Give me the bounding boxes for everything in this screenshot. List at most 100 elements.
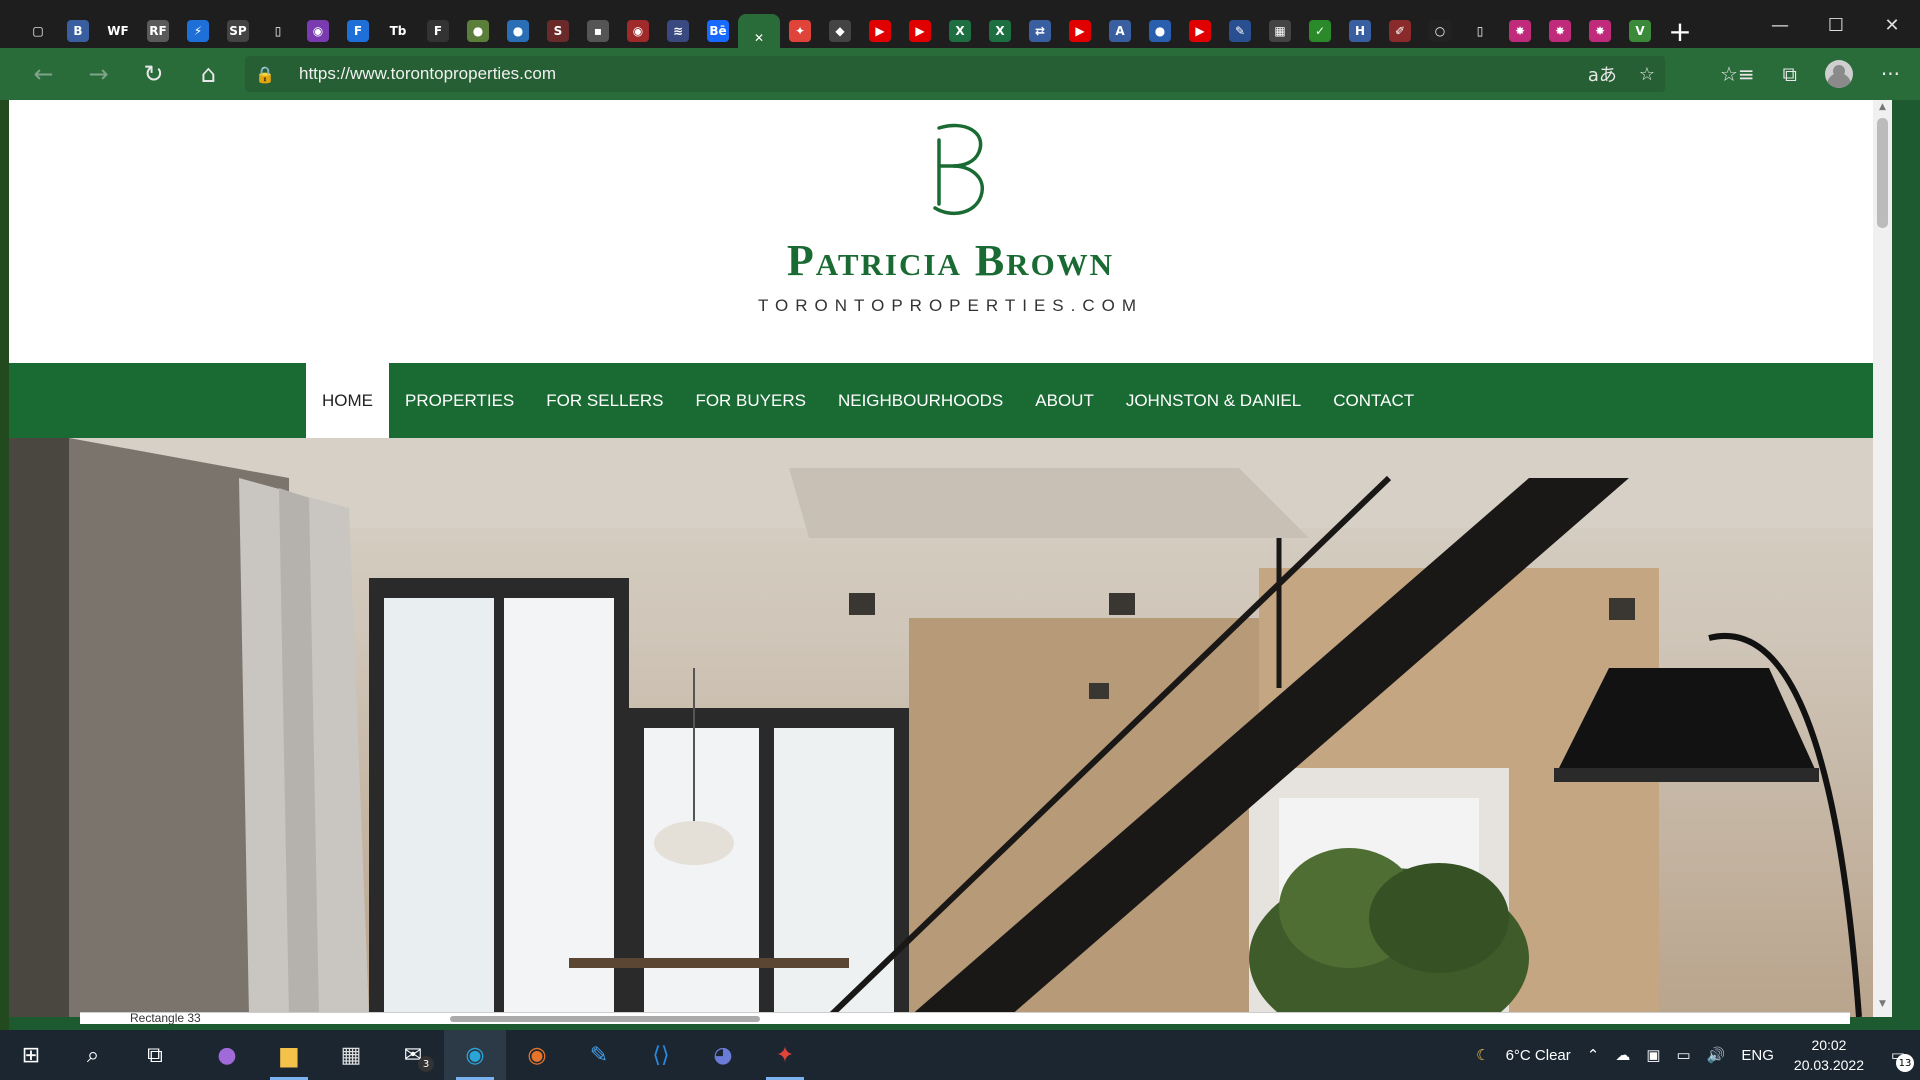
notification-center-button[interactable]: ▭ 13 <box>1876 1030 1920 1080</box>
windows-start-icon: ⊞ <box>21 1042 41 1068</box>
nav-neighbourhoods[interactable]: NEIGHBOURHOODS <box>822 363 1019 438</box>
youtube-icon: ▶ <box>909 20 931 42</box>
tab-actions-icon: ▢ <box>27 20 49 42</box>
more-menu-icon[interactable]: ··· <box>1881 62 1900 86</box>
pb-monogram-logo <box>933 123 984 216</box>
edge-icon: ◉ <box>465 1042 485 1068</box>
overlay-label: Rectangle 33 <box>130 1011 201 1025</box>
taskbar-store-button[interactable]: ▦ <box>320 1030 382 1080</box>
record-icon: ◉ <box>627 20 649 42</box>
brand-subtitle: TORONTOPROPERTIES.COM <box>757 296 1144 315</box>
figma-icon: ✦ <box>789 20 811 42</box>
site-favicon-tb: Tb <box>387 20 409 42</box>
onedrive-icon[interactable]: ☁ <box>1607 1046 1638 1064</box>
refresh-button[interactable]: ↻ <box>126 48 181 100</box>
back-button[interactable]: ← <box>16 48 71 100</box>
nav-johnston-daniel[interactable]: JOHNSTON & DANIEL <box>1110 363 1317 438</box>
shield-icon: ● <box>1149 20 1171 42</box>
vuetify-icon: V <box>1629 20 1651 42</box>
figma-icon: ✦ <box>775 1042 795 1068</box>
translate-icon: ⇄ <box>1029 20 1051 42</box>
minimize-button[interactable]: — <box>1752 0 1808 50</box>
battery-icon[interactable]: ▭ <box>1669 1046 1699 1064</box>
taskbar-discord-button[interactable]: ◕ <box>692 1030 754 1080</box>
scroll-up-icon[interactable]: ▲ <box>1873 102 1892 118</box>
nav-for-buyers[interactable]: FOR BUYERS <box>679 363 822 438</box>
behance-icon: Bē <box>707 20 729 42</box>
app-purple-icon: ● <box>217 1042 237 1068</box>
brand-name[interactable]: Patricia Brown <box>9 235 1892 286</box>
site-favicon-h: H <box>1349 20 1371 42</box>
url-field[interactable]: 🔒 https://www.torontoproperties.com aあ ☆ <box>245 56 1665 92</box>
taskbar-mail-button[interactable]: ✉ 3 <box>382 1030 444 1080</box>
maximize-button[interactable]: ☐ <box>1808 0 1864 50</box>
close-window-button[interactable]: ✕ <box>1864 0 1920 50</box>
favorites-icon[interactable]: ☆≡ <box>1720 62 1755 86</box>
taskbar-edge-button[interactable]: ◉ <box>444 1030 506 1080</box>
site-favicon-a: A <box>1109 20 1131 42</box>
close-tab-icon[interactable]: ✕ <box>748 27 770 49</box>
nav-home[interactable]: HOME <box>306 363 389 438</box>
clock-time: 20:02 <box>1811 1037 1847 1053</box>
nav-contact[interactable]: CONTACT <box>1317 363 1430 438</box>
profile-avatar[interactable] <box>1824 60 1853 88</box>
add-favorite-icon[interactable]: ☆ <box>1639 64 1655 85</box>
vscode-icon: ⟨⟩ <box>652 1042 670 1068</box>
taskbar-figma-button[interactable]: ✦ <box>754 1030 816 1080</box>
excel-icon: X <box>989 20 1011 42</box>
taskbar-task-view-button[interactable]: ⧉ <box>124 1030 186 1080</box>
site-favicon-bolt: ⚡ <box>187 20 209 42</box>
ring-icon: ○ <box>1429 20 1451 42</box>
overlay-scrollbar[interactable] <box>450 1016 760 1022</box>
url-text[interactable]: https://www.torontoproperties.com <box>285 64 556 84</box>
nav-properties[interactable]: PROPERTIES <box>389 363 530 438</box>
home-button[interactable]: ⌂ <box>181 48 236 100</box>
search-icon: ⌕ <box>86 1042 100 1068</box>
taskbar-firefox-button[interactable]: ◉ <box>506 1030 568 1080</box>
weather-text[interactable]: 6°C Clear <box>1498 1047 1579 1064</box>
taskbar-pen-tablet-button[interactable]: ✎ <box>568 1030 630 1080</box>
firefox-icon: ◉ <box>527 1042 547 1068</box>
nav-about[interactable]: ABOUT <box>1019 363 1110 438</box>
language-indicator[interactable]: ENG <box>1733 1047 1782 1064</box>
nav-for-sellers[interactable]: FOR SELLERS <box>530 363 679 438</box>
store-icon: ▦ <box>340 1042 362 1068</box>
taskbar-file-explorer-button[interactable]: ▆ <box>258 1030 320 1080</box>
check-icon: ✓ <box>1309 20 1331 42</box>
site-favicon-rf: RF <box>147 20 169 42</box>
star-puzzle-icon: ✸ <box>1509 20 1531 42</box>
keyboard-icon: ▦ <box>1269 20 1291 42</box>
site-favicon-s: S <box>547 20 569 42</box>
web-page: Patricia Brown TORONTOPROPERTIES.COM HOM… <box>9 100 1892 1017</box>
address-bar: ← → ↻ ⌂ 🔒 https://www.torontoproperties.… <box>0 48 1920 100</box>
scroll-thumb[interactable] <box>1877 118 1888 228</box>
file-explorer-icon: ▆ <box>280 1042 298 1068</box>
tray-overflow-icon[interactable]: ⌃ <box>1579 1046 1608 1064</box>
forward-button[interactable]: → <box>71 48 126 100</box>
star-puzzle-icon: ✸ <box>1549 20 1571 42</box>
read-aloud-icon[interactable]: aあ <box>1588 61 1617 87</box>
interior-photo <box>9 438 1892 1017</box>
collections-icon[interactable]: ⧉ <box>1783 62 1797 86</box>
notification-count: 13 <box>1896 1054 1914 1072</box>
taskbar-windows-start-button[interactable]: ⊞ <box>0 1030 62 1080</box>
clock[interactable]: 20:02 20.03.2022 <box>1782 1035 1876 1075</box>
site-favicon-sp: SP <box>227 20 249 42</box>
feather-icon: ✎ <box>1229 20 1251 42</box>
weather-icon[interactable]: ☾ <box>1468 1046 1497 1064</box>
device-icon[interactable]: ▣ <box>1638 1046 1668 1064</box>
site-favicon-faded-f: F <box>427 20 449 42</box>
overlay-strip: Rectangle 33 <box>80 1011 1850 1025</box>
pen-tablet-icon: ✎ <box>589 1042 609 1068</box>
taskbar-app-purple-button[interactable]: ● <box>196 1030 258 1080</box>
pen-icon: ✐ <box>1389 20 1411 42</box>
main-navigation: HOME PROPERTIES FOR SELLERS FOR BUYERS NEIGH… <box>9 363 1892 438</box>
site-favicon-f: F <box>347 20 369 42</box>
taskbar-vscode-button[interactable]: ⟨⟩ <box>630 1030 692 1080</box>
volume-icon[interactable]: 🔊 <box>1699 1046 1734 1064</box>
scroll-down-icon[interactable]: ▼ <box>1873 999 1892 1015</box>
lock-icon[interactable]: 🔒 <box>245 65 285 84</box>
page-scrollbar[interactable]: ▲ ▼ <box>1873 100 1892 1017</box>
chat-icon: ▪ <box>587 20 609 42</box>
taskbar-search-button[interactable]: ⌕ <box>62 1030 124 1080</box>
